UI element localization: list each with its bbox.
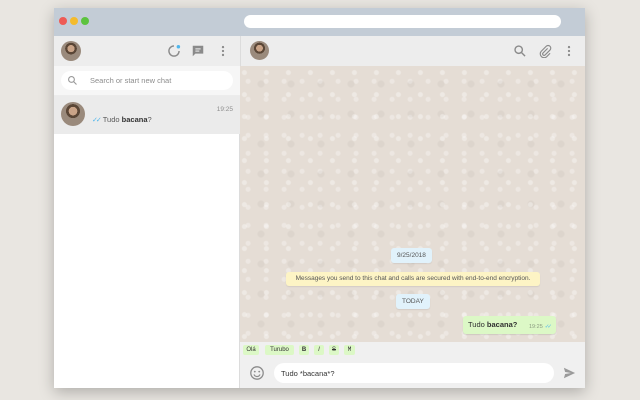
message-time: 19:25 bbox=[529, 324, 543, 330]
formatting-toolbar: Olá Turubo B I S M bbox=[240, 342, 585, 358]
conversation-panel: 9/25/2018 Messages you send to this chat… bbox=[240, 36, 585, 388]
sidebar-header bbox=[54, 36, 240, 66]
mono-format-button[interactable]: M bbox=[344, 345, 355, 355]
status-icon[interactable] bbox=[167, 44, 181, 58]
contact-avatar[interactable] bbox=[250, 41, 269, 60]
message-composer bbox=[240, 358, 585, 388]
search-section bbox=[54, 66, 240, 96]
message-meta: 19:25 ✓✓ bbox=[529, 324, 552, 330]
message-text-bold: bacana? bbox=[486, 320, 518, 329]
encryption-notice: Messages you send to this chat and calls… bbox=[286, 272, 540, 286]
chat-preview-text: Tudo bbox=[102, 115, 122, 124]
chat-time: 19:25 bbox=[216, 106, 233, 113]
search-box[interactable] bbox=[61, 71, 233, 90]
search-input[interactable] bbox=[90, 73, 228, 88]
strike-format-button[interactable]: S bbox=[329, 345, 339, 355]
maximize-window-button[interactable] bbox=[81, 17, 89, 25]
bold-format-button[interactable]: B bbox=[299, 345, 309, 355]
attach-icon[interactable] bbox=[538, 44, 552, 58]
quick-reply-chip[interactable]: Turubo bbox=[265, 345, 294, 355]
chat-preview-bold: bacana bbox=[121, 115, 148, 124]
new-chat-icon[interactable] bbox=[191, 44, 205, 58]
search-icon[interactable] bbox=[513, 44, 527, 58]
profile-avatar[interactable] bbox=[61, 41, 81, 61]
chat-preview-end: ? bbox=[147, 115, 152, 124]
search-icon bbox=[67, 75, 78, 86]
chat-sidebar: 19:25 ✓✓Tudo bacana? bbox=[54, 36, 240, 388]
address-bar[interactable] bbox=[244, 15, 561, 28]
contact-avatar bbox=[61, 102, 85, 126]
browser-titlebar bbox=[54, 8, 585, 36]
date-separator: 9/25/2018 bbox=[391, 248, 432, 263]
app-window: 19:25 ✓✓Tudo bacana? 9/25/2018 Messages … bbox=[54, 8, 585, 388]
emoji-icon[interactable] bbox=[249, 365, 265, 381]
message-area[interactable]: 9/25/2018 Messages you send to this chat… bbox=[240, 66, 585, 342]
today-separator: TODAY bbox=[396, 294, 430, 309]
message-text: Tudo bacana? bbox=[468, 320, 517, 329]
chat-preview: ✓✓ Tudo bacana? bbox=[92, 115, 152, 124]
menu-icon[interactable] bbox=[216, 44, 230, 58]
send-icon[interactable] bbox=[563, 367, 576, 379]
read-receipt-icon: ✓✓ bbox=[544, 324, 552, 330]
quick-reply-chip[interactable]: Olá bbox=[243, 345, 259, 355]
close-window-button[interactable] bbox=[59, 17, 67, 25]
outgoing-message[interactable]: Tudo bacana? 19:25 ✓✓ bbox=[463, 316, 556, 334]
read-receipt-icon: ✓✓ bbox=[92, 117, 102, 124]
conversation-header bbox=[240, 36, 585, 66]
italic-format-button[interactable]: I bbox=[314, 345, 324, 355]
message-input[interactable] bbox=[274, 363, 554, 383]
menu-icon[interactable] bbox=[562, 44, 576, 58]
minimize-window-button[interactable] bbox=[70, 17, 78, 25]
message-text-plain: Tudo bbox=[468, 320, 487, 329]
chat-list-item[interactable]: 19:25 ✓✓ Tudo bacana? bbox=[54, 96, 240, 134]
